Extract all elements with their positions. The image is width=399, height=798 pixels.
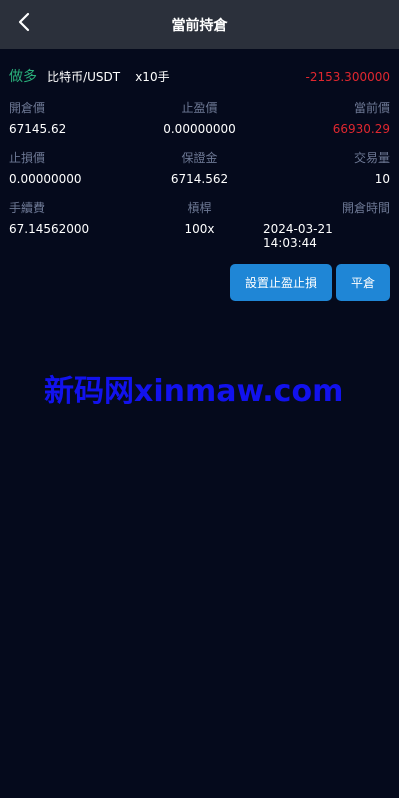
current-price-label: 當前價 <box>353 101 390 115</box>
margin-cell: 保證金 6714.562 <box>136 151 263 186</box>
leverage-label: 槓桿 <box>187 201 212 215</box>
leverage-cell: 槓桿 100x <box>136 201 263 250</box>
watermark: 新码网xinmaw.com <box>44 374 344 409</box>
position-card: 做多 比特币/USDT x10手 -2153.300000 開倉價 67145.… <box>0 66 399 301</box>
fee-cell: 手續費 67.14562000 <box>9 201 136 250</box>
price-row: 開倉價 67145.62 止盈價 0.00000000 當前價 66930.29 <box>9 101 390 136</box>
stop-loss-cell: 止損價 0.00000000 <box>9 151 136 186</box>
set-tp-sl-button[interactable]: 設置止盈止損 <box>230 264 332 301</box>
margin-label: 保證金 <box>181 151 218 165</box>
lot-size: x10手 <box>135 70 170 84</box>
profit-loss-value: -2153.300000 <box>305 70 391 84</box>
action-bar: 設置止盈止損 平倉 <box>9 264 390 301</box>
position-identity: 做多 比特币/USDT x10手 <box>9 66 170 86</box>
leverage-value: 100x <box>184 222 215 236</box>
volume-label: 交易量 <box>353 151 390 165</box>
volume-value: 10 <box>374 172 390 186</box>
back-button[interactable] <box>12 12 36 36</box>
chevron-left-icon[interactable] <box>18 12 30 36</box>
open-time-label: 開倉時間 <box>341 201 390 215</box>
risk-row: 止損價 0.00000000 保證金 6714.562 交易量 10 <box>9 151 390 186</box>
margin-value: 6714.562 <box>170 172 229 186</box>
trading-pair: 比特币/USDT <box>47 70 121 84</box>
open-time-value: 2024-03-21 14:03:44 <box>263 222 333 250</box>
open-price-value: 67145.62 <box>9 122 67 136</box>
position-summary-row: 做多 比特币/USDT x10手 -2153.300000 <box>9 66 390 86</box>
volume-cell: 交易量 10 <box>263 151 390 186</box>
close-position-button[interactable]: 平倉 <box>336 264 390 301</box>
take-profit-value: 0.00000000 <box>163 122 236 136</box>
current-price-cell: 當前價 66930.29 <box>263 101 390 136</box>
page-title: 當前持倉 <box>171 17 228 34</box>
detail-row: 手續費 67.14562000 槓桿 100x 開倉時間 2024-03-21 … <box>9 201 390 250</box>
take-profit-label: 止盈價 <box>181 101 218 115</box>
fee-value: 67.14562000 <box>9 222 90 236</box>
stop-loss-value: 0.00000000 <box>9 172 82 186</box>
header-bar: 當前持倉 <box>0 0 399 49</box>
open-time-cell: 開倉時間 2024-03-21 14:03:44 <box>263 201 390 250</box>
current-price-value: 66930.29 <box>332 122 390 136</box>
direction-badge: 做多 <box>9 69 37 85</box>
stop-loss-label: 止損價 <box>9 151 46 165</box>
position-page: 當前持倉 做多 比特币/USDT x10手 -2153.300000 開倉價 6… <box>0 0 399 798</box>
fee-label: 手續費 <box>9 201 46 215</box>
open-price-label: 開倉價 <box>9 101 46 115</box>
take-profit-cell: 止盈價 0.00000000 <box>136 101 263 136</box>
open-price-cell: 開倉價 67145.62 <box>9 101 136 136</box>
